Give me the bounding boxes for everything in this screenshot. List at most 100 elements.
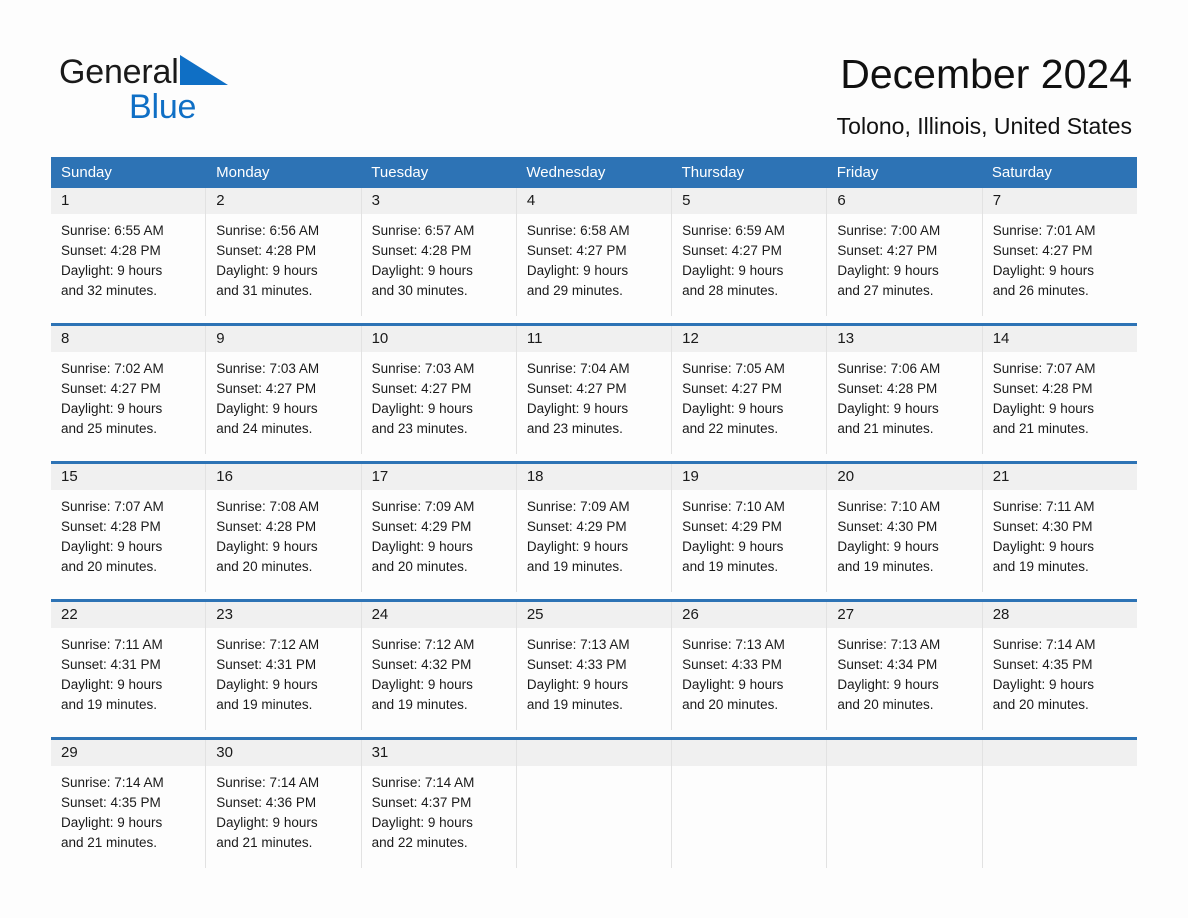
day-number: 24 (361, 602, 516, 628)
day-details: Sunrise: 7:07 AM Sunset: 4:28 PM Daylight:… (983, 352, 1137, 439)
daylight-text-line2: and 20 minutes. (837, 697, 934, 712)
calendar-page: General Blue December 2024 Tolono, Illin… (0, 0, 1188, 918)
sunrise-text: Sunrise: 7:04 AM (526, 361, 630, 376)
day-cell[interactable]: 27 Sunrise: 7:13 AM Sunset: 4:34 PM Dayligh… (827, 602, 983, 730)
day-cell[interactable]: 31 Sunrise: 7:14 AM Sunset: 4:37 PM Dayligh… (361, 740, 517, 868)
sunset-text: Sunset: 4:27 PM (682, 243, 782, 258)
day-cell[interactable]: 17 Sunrise: 7:09 AM Sunset: 4:29 PM Dayligh… (361, 464, 517, 592)
day-cell-empty (516, 740, 673, 868)
sunrise-text: Sunrise: 7:11 AM (992, 499, 1095, 514)
day-cell[interactable]: 16 Sunrise: 7:08 AM Sunset: 4:28 PM Dayligh… (206, 464, 362, 592)
week-row: 8 Sunrise: 7:02 AM Sunset: 4:27 PM Daylight… (51, 323, 1137, 454)
day-number: 28 (982, 602, 1137, 628)
daylight-text-line2: and 19 minutes. (216, 697, 313, 712)
daylight-text-line2: and 20 minutes. (682, 697, 779, 712)
day-cell[interactable]: 20 Sunrise: 7:10 AM Sunset: 4:30 PM Dayligh… (827, 464, 983, 592)
day-cell[interactable]: 18 Sunrise: 7:09 AM Sunset: 4:29 PM Dayligh… (516, 464, 673, 592)
day-details: Sunrise: 7:03 AM Sunset: 4:27 PM Daylight:… (362, 352, 516, 439)
daylight-text-line1: Daylight: 9 hours (992, 539, 1094, 554)
day-cell[interactable]: 15 Sunrise: 7:07 AM Sunset: 4:28 PM Dayligh… (51, 464, 207, 592)
sunrise-text: Sunrise: 7:10 AM (682, 499, 785, 514)
sunrise-text: Sunrise: 7:14 AM (216, 775, 320, 790)
day-cell[interactable]: 26 Sunrise: 7:13 AM Sunset: 4:33 PM Dayligh… (672, 602, 828, 730)
day-cell[interactable]: 24 Sunrise: 7:12 AM Sunset: 4:32 PM Dayligh… (361, 602, 517, 730)
daylight-text-line2: and 30 minutes. (371, 283, 468, 298)
sunset-text: Sunset: 4:30 PM (837, 519, 938, 534)
day-number: 30 (206, 740, 361, 766)
daylight-text-line1: Daylight: 9 hours (526, 677, 629, 692)
sunset-text: Sunset: 4:27 PM (216, 381, 317, 396)
sunrise-text: Sunrise: 7:14 AM (61, 775, 164, 790)
page-header: General Blue December 2024 Tolono, Illin… (0, 0, 1188, 150)
weekday-header-sunday: Sunday (61, 164, 112, 181)
day-cell[interactable]: 10 Sunrise: 7:03 AM Sunset: 4:27 PM Dayligh… (361, 326, 517, 454)
daylight-text-line2: and 20 minutes. (216, 559, 313, 574)
daylight-text-line2: and 27 minutes. (837, 283, 934, 298)
sunrise-text: Sunrise: 7:07 AM (61, 499, 164, 514)
day-cell[interactable]: 6 Sunrise: 7:00 AM Sunset: 4:27 PM Daylight… (827, 188, 983, 316)
daylight-text-line2: and 22 minutes. (371, 835, 468, 850)
day-details: Sunrise: 7:08 AM Sunset: 4:28 PM Daylight:… (206, 490, 360, 577)
day-cell[interactable]: 2 Sunrise: 6:56 AM Sunset: 4:28 PM Daylight… (206, 188, 362, 316)
day-cell[interactable]: 22 Sunrise: 7:11 AM Sunset: 4:31 PM Dayligh… (51, 602, 207, 730)
day-cell[interactable]: 7 Sunrise: 7:01 AM Sunset: 4:27 PM Daylight… (982, 188, 1137, 316)
brand-name-general: General (59, 53, 179, 91)
daylight-text-line2: and 32 minutes. (61, 283, 158, 298)
day-cell[interactable]: 23 Sunrise: 7:12 AM Sunset: 4:31 PM Dayligh… (206, 602, 362, 730)
sunset-text: Sunset: 4:28 PM (216, 519, 317, 534)
sunset-text: Sunset: 4:28 PM (61, 243, 161, 258)
sunset-text: Sunset: 4:33 PM (682, 657, 782, 672)
day-cell[interactable]: 1 Sunrise: 6:55 AM Sunset: 4:28 PM Daylight… (51, 188, 207, 316)
day-number: 17 (361, 464, 516, 490)
day-cell[interactable]: 25 Sunrise: 7:13 AM Sunset: 4:33 PM Dayligh… (516, 602, 673, 730)
day-details: Sunrise: 7:09 AM Sunset: 4:29 PM Daylight:… (517, 490, 671, 577)
day-details: Sunrise: 7:10 AM Sunset: 4:29 PM Daylight:… (672, 490, 826, 577)
day-cell[interactable]: 8 Sunrise: 7:02 AM Sunset: 4:27 PM Daylight… (51, 326, 207, 454)
sunset-text: Sunset: 4:28 PM (61, 519, 161, 534)
daylight-text-line1: Daylight: 9 hours (371, 539, 473, 554)
day-details: Sunrise: 7:11 AM Sunset: 4:30 PM Daylight:… (983, 490, 1137, 577)
day-cell[interactable]: 5 Sunrise: 6:59 AM Sunset: 4:27 PM Daylight… (672, 188, 828, 316)
daylight-text-line2: and 26 minutes. (992, 283, 1089, 298)
sunrise-text: Sunrise: 7:12 AM (216, 637, 320, 652)
day-cell[interactable]: 11 Sunrise: 7:04 AM Sunset: 4:27 PM Dayligh… (516, 326, 673, 454)
day-number: 16 (206, 464, 361, 490)
day-cell[interactable]: 9 Sunrise: 7:03 AM Sunset: 4:27 PM Daylight… (206, 326, 362, 454)
day-cell[interactable]: 28 Sunrise: 7:14 AM Sunset: 4:35 PM Dayligh… (982, 602, 1137, 730)
day-cell[interactable]: 30 Sunrise: 7:14 AM Sunset: 4:36 PM Dayligh… (206, 740, 362, 868)
day-cell[interactable]: 13 Sunrise: 7:06 AM Sunset: 4:28 PM Dayligh… (827, 326, 983, 454)
sunrise-text: Sunrise: 6:55 AM (61, 223, 164, 238)
day-number (672, 740, 827, 766)
week-row: 22 Sunrise: 7:11 AM Sunset: 4:31 PM Dayligh… (51, 599, 1137, 730)
sunrise-text: Sunrise: 6:57 AM (371, 223, 475, 238)
day-number: 27 (827, 602, 982, 628)
day-details: Sunrise: 7:12 AM Sunset: 4:31 PM Daylight:… (206, 628, 360, 715)
day-number: 29 (51, 740, 206, 766)
day-cell[interactable]: 19 Sunrise: 7:10 AM Sunset: 4:29 PM Dayligh… (672, 464, 828, 592)
daylight-text-line2: and 22 minutes. (682, 421, 779, 436)
daylight-text-line1: Daylight: 9 hours (371, 677, 473, 692)
day-cell[interactable]: 3 Sunrise: 6:57 AM Sunset: 4:28 PM Daylight… (361, 188, 517, 316)
day-details: Sunrise: 7:14 AM Sunset: 4:35 PM Daylight:… (983, 628, 1137, 715)
sunrise-text: Sunrise: 7:08 AM (216, 499, 320, 514)
day-number: 22 (51, 602, 206, 628)
daylight-text-line1: Daylight: 9 hours (371, 401, 473, 416)
sunset-text: Sunset: 4:28 PM (837, 381, 938, 396)
day-cell[interactable]: 4 Sunrise: 6:58 AM Sunset: 4:27 PM Daylight… (516, 188, 673, 316)
day-cell[interactable]: 14 Sunrise: 7:07 AM Sunset: 4:28 PM Dayligh… (982, 326, 1137, 454)
sunrise-text: Sunrise: 7:09 AM (371, 499, 475, 514)
brand-logo[interactable]: General Blue (59, 52, 319, 130)
daylight-text-line1: Daylight: 9 hours (216, 677, 318, 692)
sunset-text: Sunset: 4:35 PM (61, 795, 161, 810)
sunset-text: Sunset: 4:29 PM (682, 519, 782, 534)
weekday-header-thursday: Thursday (681, 164, 745, 181)
day-cell[interactable]: 21 Sunrise: 7:11 AM Sunset: 4:30 PM Dayligh… (982, 464, 1137, 592)
daylight-text-line1: Daylight: 9 hours (992, 677, 1094, 692)
daylight-text-line2: and 19 minutes. (526, 559, 623, 574)
day-details (827, 766, 981, 773)
day-number (982, 740, 1137, 766)
sunset-text: Sunset: 4:29 PM (371, 519, 472, 534)
day-cell[interactable]: 29 Sunrise: 7:14 AM Sunset: 4:35 PM Dayligh… (51, 740, 207, 868)
day-cell[interactable]: 12 Sunrise: 7:05 AM Sunset: 4:27 PM Dayligh… (672, 326, 828, 454)
day-number: 6 (827, 188, 982, 214)
